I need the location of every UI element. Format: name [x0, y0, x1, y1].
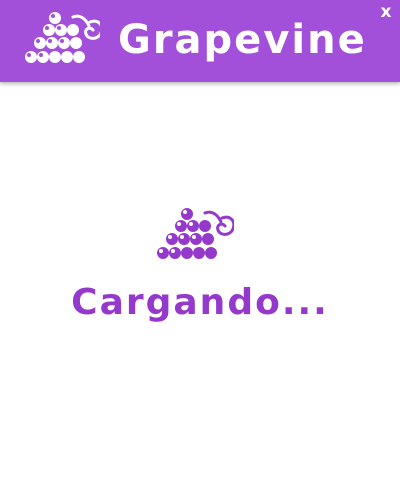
- app-title: Grapevine: [118, 17, 367, 63]
- loading-text: Cargando...: [71, 282, 329, 323]
- close-button[interactable]: x: [378, 1, 394, 23]
- grape-cluster-icon: [22, 10, 100, 72]
- grape-cluster-icon: [154, 206, 234, 268]
- app-window: Grapevine x Cargando...: [0, 0, 400, 500]
- app-header: Grapevine x: [0, 0, 400, 82]
